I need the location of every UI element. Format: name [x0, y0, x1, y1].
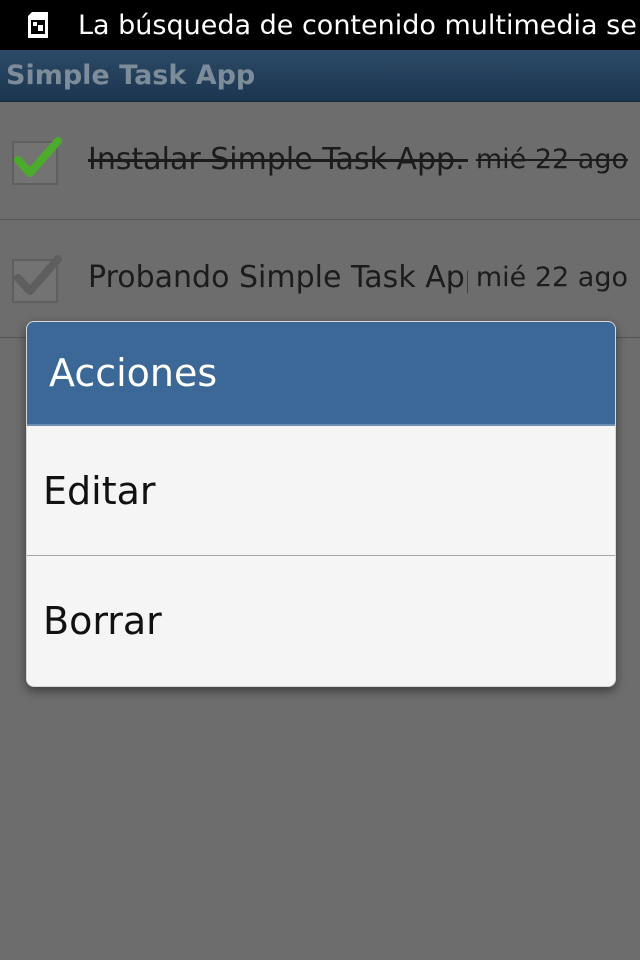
dialog-header: Acciones: [27, 322, 615, 426]
notification-text: La búsqueda de contenido multimedia se: [78, 9, 637, 41]
edit-menu-item[interactable]: Editar: [27, 426, 615, 556]
task-title: Probando Simple Task App: [88, 260, 468, 295]
sd-card-icon: [24, 10, 52, 40]
app-title: Simple Task App: [6, 60, 256, 91]
actions-dialog: Acciones Editar Borrar: [26, 321, 616, 687]
app-title-bar: Simple Task App: [0, 50, 640, 102]
delete-menu-item[interactable]: Borrar: [27, 556, 615, 686]
task-date: mié 22 ago: [475, 144, 628, 175]
dialog-title: Acciones: [49, 351, 218, 395]
checkbox-checked-icon[interactable]: [12, 136, 64, 186]
task-row[interactable]: Instalar Simple Task App... mié 22 ago: [0, 102, 640, 220]
task-date: mié 22 ago: [475, 262, 628, 293]
checkbox-unchecked-icon[interactable]: [12, 254, 64, 304]
task-list: Instalar Simple Task App... mié 22 ago P…: [0, 102, 640, 338]
status-bar: La búsqueda de contenido multimedia se: [0, 0, 640, 50]
task-title: Instalar Simple Task App...: [88, 142, 468, 177]
